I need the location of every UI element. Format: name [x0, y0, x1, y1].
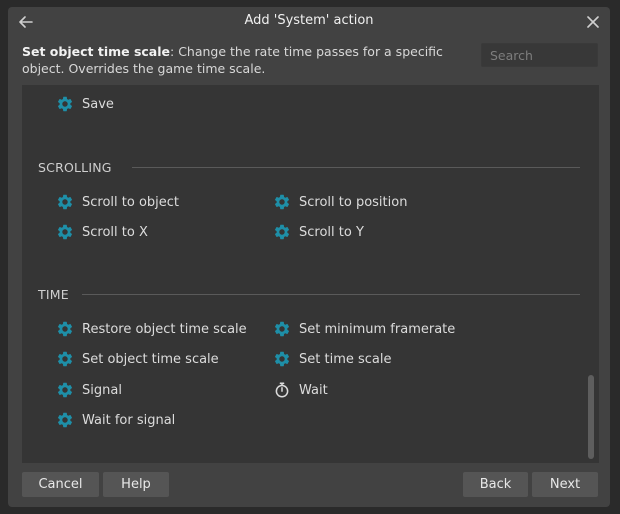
search-input[interactable] — [481, 43, 598, 67]
list-item-label: Restore object time scale — [82, 321, 247, 337]
list-item-label: Wait for signal — [82, 412, 176, 428]
gear-icon — [273, 350, 291, 368]
next-button[interactable]: Next — [532, 472, 598, 497]
list-item-scroll-to-position[interactable]: Scroll to position — [273, 191, 407, 213]
gear-icon — [56, 411, 74, 429]
title-bar: Add 'System' action — [8, 7, 610, 37]
gear-icon — [273, 193, 291, 211]
gear-icon — [56, 223, 74, 241]
action-description-name: Set object time scale — [22, 44, 171, 59]
list-item-label: Scroll to Y — [299, 224, 364, 240]
list-item-label: Scroll to object — [82, 194, 180, 210]
gear-icon — [56, 95, 74, 113]
list-item-label: Set time scale — [299, 351, 392, 367]
list-item-label: Scroll to position — [299, 194, 408, 210]
list-item-label: Save — [82, 96, 114, 112]
help-button[interactable]: Help — [103, 472, 169, 497]
action-description: Set object time scale: Change the rate t… — [22, 43, 462, 77]
stopwatch-icon — [273, 381, 291, 399]
add-action-dialog: Add 'System' action Set object time scal… — [8, 7, 610, 507]
list-item-wait[interactable]: Wait — [273, 379, 328, 401]
list-item-label: Set minimum framerate — [299, 321, 456, 337]
gear-icon — [56, 350, 74, 368]
gear-icon — [56, 193, 74, 211]
list-item-label: Set object time scale — [82, 351, 219, 367]
section-divider — [82, 294, 580, 295]
section-divider — [132, 167, 580, 168]
list-item-label: Wait — [299, 382, 328, 398]
list-item-save[interactable]: Save — [56, 93, 114, 115]
list-item-restore-object-time-scale[interactable]: Restore object time scale — [56, 318, 247, 340]
action-list: Save SCROLLING Scroll to object Scroll t… — [22, 85, 599, 463]
list-item-set-object-time-scale[interactable]: Set object time scale — [56, 348, 219, 370]
list-item-scroll-to-object[interactable]: Scroll to object — [56, 191, 179, 213]
cancel-button[interactable]: Cancel — [22, 472, 99, 497]
section-title-scrolling: SCROLLING — [38, 160, 112, 175]
gear-icon — [273, 320, 291, 338]
list-item-label: Signal — [82, 382, 122, 398]
list-item-label: Scroll to X — [82, 224, 148, 240]
gear-icon — [56, 381, 74, 399]
gear-icon — [56, 320, 74, 338]
section-title-time: TIME — [38, 287, 69, 302]
list-item-wait-for-signal[interactable]: Wait for signal — [56, 409, 175, 431]
gear-icon — [273, 223, 291, 241]
scrollbar-thumb[interactable] — [588, 375, 594, 459]
list-item-set-minimum-framerate[interactable]: Set minimum framerate — [273, 318, 455, 340]
dialog-title: Add 'System' action — [244, 13, 374, 28]
list-item-scroll-to-x[interactable]: Scroll to X — [56, 221, 148, 243]
list-scrollbar[interactable] — [587, 85, 599, 463]
list-item-set-time-scale[interactable]: Set time scale — [273, 348, 391, 370]
close-icon[interactable] — [583, 12, 603, 32]
list-item-scroll-to-y[interactable]: Scroll to Y — [273, 221, 364, 243]
list-item-signal[interactable]: Signal — [56, 379, 122, 401]
back-button[interactable]: Back — [463, 472, 528, 497]
